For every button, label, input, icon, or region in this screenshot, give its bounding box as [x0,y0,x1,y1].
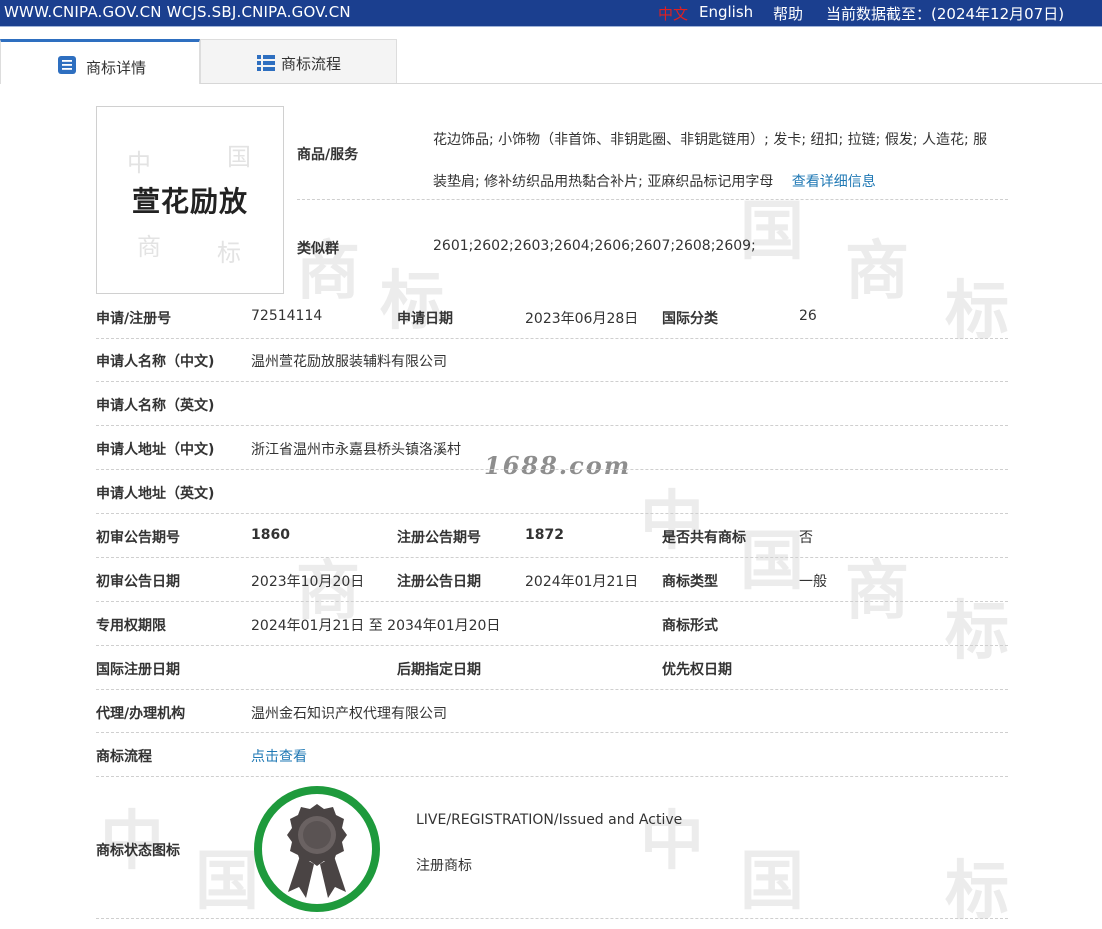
reg-pub-date-label: 注册公告日期 [397,574,481,590]
prelim-date-value: 2023年10月20日 [251,574,365,590]
later-date-label: 后期指定日期 [397,662,481,678]
reg-no-value: 72514114 [251,308,323,324]
similar-group-label: 类似群 [297,241,339,257]
address-cn-value: 浙江省温州市永嘉县桥头镇洛溪村 [251,442,461,458]
watermark-glyph: 国 [740,195,804,269]
watermark-glyph: 标 [945,275,1009,349]
flow-label: 商标流程 [96,749,152,765]
prelim-date-label: 初审公告日期 [96,574,180,590]
prelim-no-label: 初审公告期号 [96,530,180,546]
view-detail-link[interactable]: 查看详细信息 [792,174,876,190]
site-domains: WWW.CNIPA.GOV.CN WCJS.SBJ.CNIPA.GOV.CN [4,3,351,21]
registered-seal-icon [254,786,380,912]
applicant-en-label: 申请人名称（英文) [96,398,215,414]
data-as-of-date: 当前数据截至：(2024年12月07日) [826,5,1065,23]
list-icon [257,55,275,71]
similar-group-value: 2601;2602;2603;2604;2606;2607;2608;2609; [433,238,756,254]
agent-label: 代理/办理机构 [96,706,186,722]
trademark-name: 萱花励放 [131,185,248,218]
prelim-no-value: 1860 [251,527,290,543]
exclusive-value: 2024年01月21日 至 2034年01月20日 [251,618,501,634]
help-link[interactable]: 帮助 [773,3,803,24]
reg-no-label: 申请/注册号 [96,311,172,327]
tab-trademark-detail[interactable]: 商标详情 [0,39,200,84]
shared-label: 是否共有商标 [662,530,746,546]
watermark-glyph: 国 [740,525,804,599]
watermark-glyph: 国 [740,845,804,919]
document-list-icon [58,56,76,74]
mark-type-label: 商标类型 [662,574,718,590]
trademark-image: 中 国 商 标 萱花励放 [96,106,284,294]
intl-reg-date-label: 国际注册日期 [96,662,180,678]
intl-class-label: 国际分类 [662,311,718,327]
reg-pub-no-value: 1872 [525,527,564,543]
watermark-glyph: 商 [845,555,909,629]
status-label: 商标状态图标 [96,843,180,859]
address-en-label: 申请人地址（英文) [96,486,215,502]
status-en: LIVE/REGISTRATION/Issued and Active [416,812,683,828]
tab-label: 商标详情 [86,59,147,77]
apply-date-label: 申请日期 [397,311,453,327]
goods-value: 花边饰品; 小饰物（非首饰、非钥匙圈、非钥匙链用）; 发卡; 纽扣; 拉链; 假… [433,132,988,190]
watermark-glyph: 国 [195,845,259,919]
mark-type-value: 一般 [799,574,827,590]
top-bar: WWW.CNIPA.GOV.CN WCJS.SBJ.CNIPA.GOV.CN 中… [0,0,1102,27]
intl-class-value: 26 [799,308,817,324]
applicant-cn-value: 温州萱花励放服装辅料有限公司 [251,354,447,370]
watermark-glyph: 标 [945,855,1009,929]
address-cn-label: 申请人地址（中文) [96,442,215,458]
priority-date-label: 优先权日期 [662,662,732,678]
agent-value: 温州金石知识产权代理有限公司 [251,706,447,722]
shared-value: 否 [799,530,813,546]
tab-trademark-process[interactable]: 商标流程 [200,39,397,83]
status-cn: 注册商标 [416,858,472,874]
tab-label: 商标流程 [281,55,342,73]
mark-form-label: 商标形式 [662,618,718,634]
applicant-cn-label: 申请人名称（中文) [96,354,215,370]
reg-pub-no-label: 注册公告期号 [397,530,481,546]
reg-pub-date-value: 2024年01月21日 [525,574,639,590]
watermark-glyph: 商 [845,235,909,309]
exclusive-label: 专用权期限 [96,618,166,634]
goods-label: 商品/服务 [297,147,359,163]
view-flow-link[interactable]: 点击查看 [251,746,307,766]
site-watermark: 1688.com [484,451,632,480]
apply-date-value: 2023年06月28日 [525,311,639,327]
lang-english-link[interactable]: English [699,3,753,21]
watermark-glyph: 标 [945,595,1009,669]
lang-chinese-link[interactable]: 中文 [658,3,688,24]
divider [297,199,1008,200]
